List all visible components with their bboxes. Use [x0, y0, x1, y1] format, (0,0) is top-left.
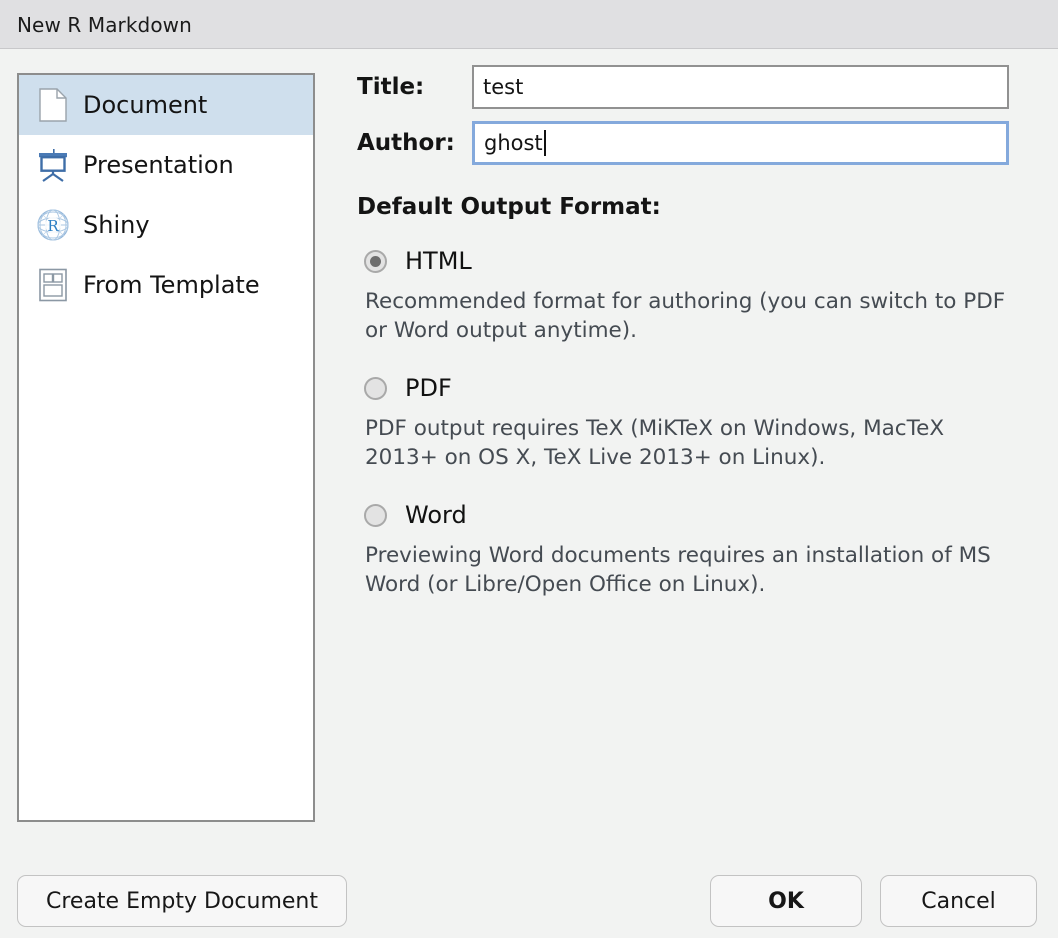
radio-word-label: Word [405, 501, 467, 529]
radio-html-row[interactable]: HTML [364, 246, 1040, 276]
output-option-pdf[interactable]: PDF PDF output requires TeX (MiKTeX on W… [340, 373, 1040, 472]
document-options-pane: Title: test Author: ghost Default Output… [340, 64, 1040, 627]
radio-html-button[interactable] [364, 250, 387, 273]
title-input[interactable]: test [472, 65, 1009, 109]
dialog-title: New R Markdown [17, 13, 192, 37]
sidebar-item-document[interactable]: Document [19, 75, 313, 135]
sidebar-item-label: Shiny [83, 211, 150, 239]
radio-word-description: Previewing Word documents requires an in… [365, 541, 1015, 599]
shiny-globe-icon: R [33, 205, 73, 245]
sidebar-item-label: From Template [83, 271, 260, 299]
dialog-footer: Create Empty Document OK Cancel [0, 873, 1058, 938]
author-label: Author: [340, 130, 472, 156]
author-field-row: Author: ghost [340, 120, 1040, 166]
output-format-heading: Default Output Format: [357, 194, 1040, 220]
output-option-html[interactable]: HTML Recommended format for authoring (y… [340, 246, 1040, 345]
author-input[interactable]: ghost [472, 121, 1009, 165]
create-empty-document-button[interactable]: Create Empty Document [17, 875, 347, 927]
cancel-button[interactable]: Cancel [880, 875, 1037, 927]
dialog-titlebar: New R Markdown [0, 0, 1058, 49]
author-input-value: ghost [484, 131, 543, 155]
presentation-icon [33, 145, 73, 185]
sidebar-item-label: Presentation [83, 151, 234, 179]
sidebar-item-shiny[interactable]: R Shiny [19, 195, 313, 255]
svg-text:R: R [47, 217, 59, 235]
document-icon [33, 85, 73, 125]
radio-html-label: HTML [405, 247, 472, 275]
radio-word-button[interactable] [364, 504, 387, 527]
sidebar-item-label: Document [83, 91, 207, 119]
sidebar-item-from-template[interactable]: From Template [19, 255, 313, 315]
output-option-word[interactable]: Word Previewing Word documents requires … [340, 500, 1040, 599]
radio-html-description: Recommended format for authoring (you ca… [365, 287, 1015, 345]
ok-button[interactable]: OK [710, 875, 862, 927]
title-label: Title: [340, 74, 472, 100]
radio-pdf-row[interactable]: PDF [364, 373, 1040, 403]
text-cursor [544, 130, 546, 156]
radio-pdf-label: PDF [405, 374, 452, 402]
radio-pdf-button[interactable] [364, 377, 387, 400]
template-type-list[interactable]: Document Presentation [17, 73, 315, 822]
output-format-radio-group[interactable]: HTML Recommended format for authoring (y… [340, 246, 1040, 599]
title-field-row: Title: test [340, 64, 1040, 110]
radio-word-row[interactable]: Word [364, 500, 1040, 530]
title-input-value: test [483, 75, 523, 99]
radio-pdf-description: PDF output requires TeX (MiKTeX on Windo… [365, 414, 1015, 472]
sidebar-item-presentation[interactable]: Presentation [19, 135, 313, 195]
template-icon [33, 265, 73, 305]
